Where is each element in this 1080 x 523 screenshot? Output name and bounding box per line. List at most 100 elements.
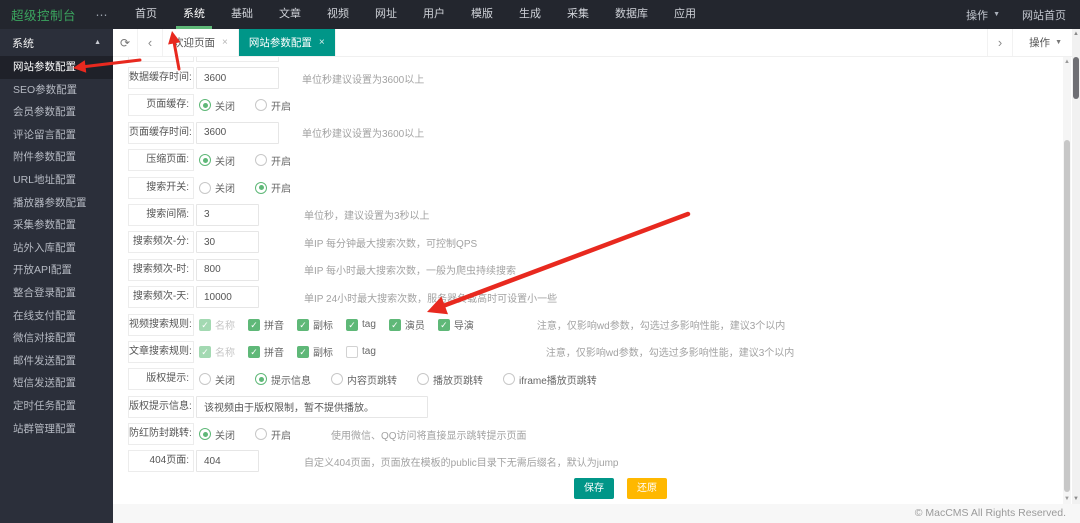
topmenu-item-3[interactable]: 文章 <box>266 0 314 29</box>
sidebar-item-0[interactable]: 网站参数配置 <box>0 56 113 79</box>
checkbox-checked-icon[interactable]: ✓ <box>248 345 260 358</box>
field-input[interactable] <box>196 450 259 473</box>
checkbox-icon[interactable] <box>346 345 358 358</box>
radio-option[interactable]: 关闭 <box>199 153 235 168</box>
content-scrollbar-thumb[interactable] <box>1064 140 1070 492</box>
field-input[interactable] <box>196 121 279 144</box>
sidebar-group-header[interactable]: 系统 ▲ <box>0 29 113 56</box>
checkbox-option[interactable]: ✓ 拼音 <box>248 317 284 332</box>
sidebar-item-11[interactable]: 在线支付配置 <box>0 305 113 328</box>
radio-option[interactable]: 内容页跳转 <box>331 372 397 387</box>
sidebar-item-13[interactable]: 邮件发送配置 <box>0 350 113 373</box>
radio-selected-icon[interactable] <box>199 428 211 441</box>
checkbox-option[interactable]: ✓ 导演 <box>437 317 474 332</box>
window-scrollbar-thumb[interactable] <box>1073 57 1079 99</box>
radio-option[interactable]: 开启 <box>255 180 291 195</box>
radio-icon[interactable] <box>331 373 343 386</box>
checkbox-option[interactable]: ✓ 名称 <box>199 317 235 332</box>
radio-option[interactable]: 开启 <box>255 427 291 442</box>
radio-option[interactable]: 关闭 <box>199 98 235 113</box>
brand-logo[interactable]: 超级控制台 <box>0 5 88 24</box>
tab-1[interactable]: 网站参数配置 × <box>238 29 336 56</box>
radio-option[interactable]: 关闭 <box>199 427 235 442</box>
sidebar-item-1[interactable]: SEO参数配置 <box>0 79 113 102</box>
radio-option[interactable]: iframe播放页跳转 <box>503 372 597 387</box>
radio-option[interactable]: 提示信息 <box>255 372 311 387</box>
checkbox-option[interactable]: ✓ 副标 <box>297 344 333 359</box>
radio-selected-icon[interactable] <box>255 373 267 386</box>
field-input[interactable] <box>196 203 259 226</box>
refresh-button[interactable]: ⟳ <box>113 29 138 56</box>
sidebar-item-9[interactable]: 开放API配置 <box>0 259 113 282</box>
radio-icon[interactable] <box>503 373 515 386</box>
sidebar-item-15[interactable]: 定时任务配置 <box>0 395 113 418</box>
checkbox-checked-icon[interactable]: ✓ <box>199 345 211 358</box>
radio-option[interactable]: 关闭 <box>199 180 235 195</box>
scroll-down-icon[interactable]: ▼ <box>1063 496 1071 502</box>
tab-ops-dropdown[interactable]: 操作 ▼ <box>1012 29 1080 56</box>
topmenu-item-2[interactable]: 基础 <box>218 0 266 29</box>
sidebar-item-3[interactable]: 评论留言配置 <box>0 124 113 147</box>
checkbox-option[interactable]: ✓ 演员 <box>388 317 425 332</box>
sidebar-item-2[interactable]: 会员参数配置 <box>0 101 113 124</box>
radio-icon[interactable] <box>199 181 211 194</box>
radio-icon[interactable] <box>417 373 429 386</box>
sidebar-item-10[interactable]: 整合登录配置 <box>0 282 113 305</box>
topbar-ops-dropdown[interactable]: 操作 ▼ <box>966 7 1000 23</box>
field-input[interactable] <box>196 231 259 254</box>
checkbox-checked-icon[interactable]: ✓ <box>437 318 450 331</box>
sidebar-item-16[interactable]: 站群管理配置 <box>0 418 113 441</box>
radio-selected-icon[interactable] <box>199 154 211 167</box>
topmenu-item-7[interactable]: 模版 <box>458 0 506 29</box>
checkbox-checked-icon[interactable]: ✓ <box>199 318 211 331</box>
radio-option[interactable]: 开启 <box>255 98 291 113</box>
sidebar-item-4[interactable]: 附件参数配置 <box>0 146 113 169</box>
window-scrollbar[interactable]: ▲ ▼ <box>1072 29 1080 504</box>
checkbox-option[interactable]: tag <box>346 345 376 358</box>
topmenu-item-11[interactable]: 应用 <box>661 0 709 29</box>
checkbox-checked-icon[interactable]: ✓ <box>248 318 260 331</box>
field-input[interactable] <box>196 286 259 309</box>
sidebar-item-5[interactable]: URL地址配置 <box>0 169 113 192</box>
sidebar-item-8[interactable]: 站外入库配置 <box>0 237 113 260</box>
topmenu-item-0[interactable]: 首页 <box>122 0 170 29</box>
tab-0[interactable]: 欢迎页面 × <box>163 29 239 56</box>
radio-icon[interactable] <box>255 154 267 167</box>
scroll-up-icon[interactable]: ▲ <box>1063 59 1071 65</box>
radio-icon[interactable] <box>255 428 267 441</box>
topmenu-item-9[interactable]: 采集 <box>554 0 602 29</box>
checkbox-option[interactable]: ✓ tag <box>346 318 376 331</box>
radio-icon[interactable] <box>255 99 267 112</box>
topmenu-item-10[interactable]: 数据库 <box>602 0 661 29</box>
site-home-link[interactable]: 网站首页 <box>1022 7 1066 23</box>
sidebar-item-14[interactable]: 短信发送配置 <box>0 372 113 395</box>
sidebar-item-7[interactable]: 采集参数配置 <box>0 214 113 237</box>
scroll-down-icon[interactable]: ▼ <box>1072 496 1080 502</box>
checkbox-option[interactable]: ✓ 拼音 <box>248 344 284 359</box>
checkbox-option[interactable]: ✓ 名称 <box>199 344 235 359</box>
more-icon[interactable]: ⋯ <box>88 8 116 22</box>
tabs-prev-button[interactable]: ‹ <box>138 29 163 56</box>
field-input[interactable] <box>196 67 279 89</box>
topmenu-item-6[interactable]: 用户 <box>410 0 458 29</box>
sidebar-item-12[interactable]: 微信对接配置 <box>0 327 113 350</box>
sidebar-item-6[interactable]: 播放器参数配置 <box>0 192 113 215</box>
scroll-up-icon[interactable]: ▲ <box>1072 31 1080 37</box>
save-button[interactable]: 保存 <box>574 477 614 499</box>
topmenu-item-5[interactable]: 网址 <box>362 0 410 29</box>
topmenu-item-1[interactable]: 系统 <box>170 0 218 29</box>
checkbox-checked-icon[interactable]: ✓ <box>297 318 309 331</box>
field-input[interactable] <box>196 258 259 281</box>
content-scrollbar[interactable]: ▲ ▼ <box>1063 57 1071 504</box>
radio-option[interactable]: 关闭 <box>199 372 235 387</box>
checkbox-option[interactable]: ✓ 副标 <box>297 317 333 332</box>
radio-option[interactable]: 播放页跳转 <box>417 372 483 387</box>
close-icon[interactable]: × <box>222 37 228 48</box>
tabs-next-button[interactable]: › <box>987 29 1013 56</box>
radio-icon[interactable] <box>199 373 211 386</box>
field-input[interactable] <box>196 395 428 418</box>
radio-selected-icon[interactable] <box>255 181 267 194</box>
reset-button[interactable]: 还原 <box>627 477 667 499</box>
checkbox-checked-icon[interactable]: ✓ <box>346 318 358 331</box>
checkbox-checked-icon[interactable]: ✓ <box>388 318 401 331</box>
